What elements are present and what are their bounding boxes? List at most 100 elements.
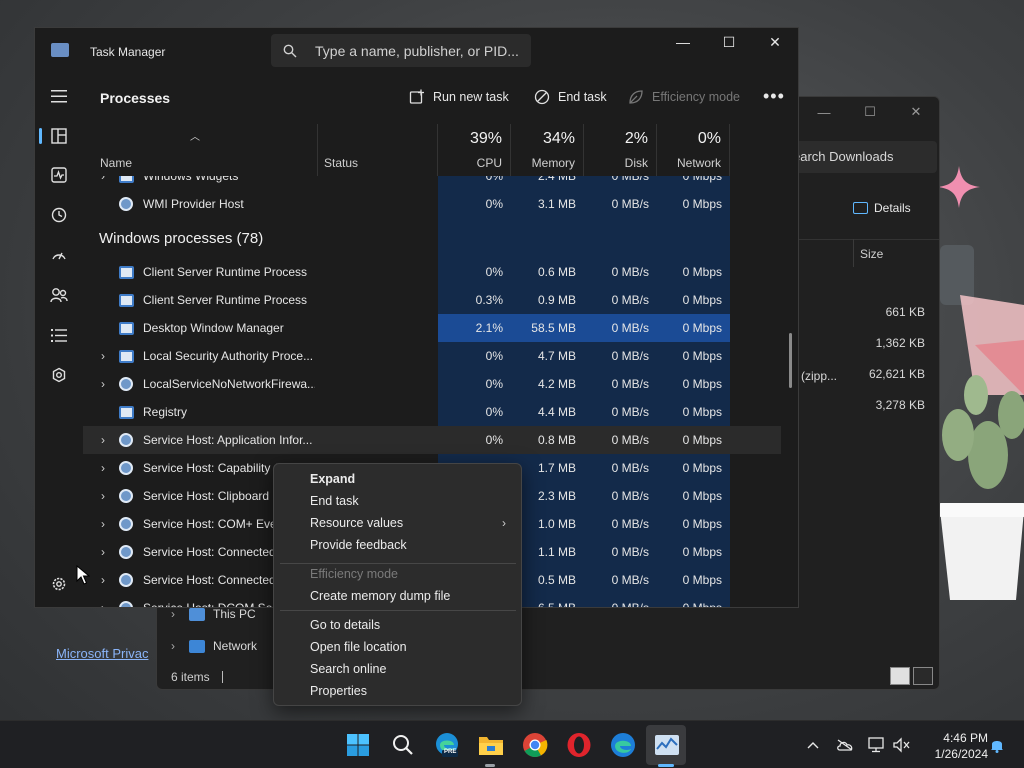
expand-chevron-icon[interactable]: › (101, 426, 105, 454)
cpu-total: 39% (469, 130, 502, 147)
efficiency-mode-button[interactable]: Efficiency mode (628, 89, 740, 105)
search-placeholder: Type a name, publisher, or PID... (315, 42, 519, 59)
column-header-memory[interactable]: 34% Memory (511, 124, 584, 176)
nav-users[interactable] (35, 277, 83, 313)
process-network: 0 Mbps (657, 314, 730, 342)
details-view-icon[interactable] (890, 667, 910, 685)
nav-details[interactable] (35, 317, 83, 353)
notifications-button[interactable] (988, 736, 1006, 754)
scrollbar-thumb[interactable] (789, 333, 792, 388)
service-gear-icon (119, 545, 133, 559)
menu-item-go-to-details[interactable]: Go to details (310, 618, 380, 632)
explorer-close-button[interactable]: ✕ (893, 97, 939, 127)
startup-apps-icon (52, 252, 66, 260)
menu-item-create-memory-dump-file[interactable]: Create memory dump file (310, 589, 450, 603)
column-header-status[interactable]: Status (318, 124, 438, 176)
nav-services[interactable] (35, 357, 83, 393)
table-row[interactable]: Registry 0% 4.4 MB 0 MB/s 0 Mbps (83, 398, 781, 426)
column-header-name[interactable]: Name (83, 124, 318, 176)
show-hidden-icons-button[interactable] (804, 736, 822, 754)
process-name: Client Server Runtime Process (143, 265, 308, 279)
explorer-maximize-button[interactable]: ☐ (847, 97, 893, 127)
menu-item-search-online[interactable]: Search online (310, 662, 386, 676)
edge-beta-button[interactable]: PRE (433, 731, 461, 759)
end-task-button[interactable]: End task (534, 89, 607, 105)
table-row[interactable]: › Windows Widgets 0% 2.4 MB 0 MB/s 0 Mbps (83, 176, 781, 190)
nav-item-this-pc[interactable]: › This PC (171, 607, 256, 621)
column-header-network[interactable]: 0% Network (657, 124, 730, 176)
hamburger-menu-button[interactable] (35, 78, 83, 114)
expand-chevron-icon[interactable]: › (101, 538, 105, 566)
menu-item-provide-feedback[interactable]: Provide feedback (310, 538, 407, 552)
run-new-task-button[interactable]: Run new task (409, 89, 509, 105)
expand-chevron-icon[interactable]: › (101, 482, 105, 510)
menu-item-open-file-location[interactable]: Open file location (310, 640, 407, 654)
start-button[interactable] (344, 731, 372, 759)
process-network: 0 Mbps (682, 489, 722, 503)
expand-chevron-icon[interactable]: › (101, 594, 105, 607)
search-input[interactable]: Type a name, publisher, or PID... (271, 34, 531, 67)
size-column-header[interactable]: Size (853, 239, 933, 267)
process-disk: 0 MB/s (611, 265, 649, 279)
process-network: 0 Mbps (682, 545, 722, 559)
expand-chevron-icon[interactable]: › (101, 176, 105, 190)
minimize-button[interactable]: — (660, 28, 706, 56)
more-options-button[interactable]: ••• (763, 86, 785, 107)
onedrive-button[interactable] (836, 736, 854, 754)
expand-chevron-icon[interactable]: › (101, 566, 105, 594)
nav-app-history[interactable] (35, 197, 83, 233)
nav-item-network[interactable]: › Network (171, 639, 257, 653)
process-name: Service Host: Application Infor... (143, 433, 313, 447)
nav-performance[interactable] (35, 157, 83, 193)
table-row[interactable]: Client Server Runtime Process 0% 0.6 MB 0 M… (83, 258, 781, 286)
display-button[interactable] (868, 736, 886, 754)
table-row[interactable]: › Service Host: Application Infor... 0% 0.8… (83, 426, 781, 454)
chevron-right-icon[interactable]: › (171, 639, 181, 653)
expand-chevron-icon[interactable]: › (101, 454, 105, 482)
task-manager-icon (655, 735, 679, 755)
search-button[interactable] (389, 731, 417, 759)
chevron-right-icon[interactable]: › (171, 607, 181, 621)
menu-item-expand[interactable]: Expand (310, 472, 355, 486)
opera-button[interactable] (565, 731, 593, 759)
window-controls: — ☐ ✕ (660, 28, 798, 56)
file-explorer-button[interactable] (477, 731, 505, 759)
expand-chevron-icon[interactable]: › (101, 370, 105, 398)
end-task-label: End task (558, 90, 607, 104)
menu-item-resource-values[interactable]: Resource values (310, 516, 403, 530)
process-memory: 0.9 MB (537, 293, 576, 307)
active-indicator (39, 128, 42, 144)
maximize-button[interactable]: ☐ (706, 28, 752, 56)
explorer-details-button[interactable]: Details (853, 201, 911, 215)
menu-divider (280, 610, 516, 611)
process-disk: 0 MB/s (611, 545, 649, 559)
expand-chevron-icon[interactable]: › (101, 510, 105, 538)
group-title: Windows processes (78) (99, 230, 264, 247)
menu-item-end-task[interactable]: End task (310, 494, 359, 508)
chrome-button[interactable] (521, 731, 549, 759)
display-icon (868, 737, 884, 753)
tiles-view-icon[interactable] (913, 667, 933, 685)
task-manager-button[interactable] (653, 731, 681, 759)
run-new-task-icon (409, 89, 424, 104)
expand-chevron-icon[interactable]: › (101, 342, 105, 370)
table-row[interactable]: › LocalServiceNoNetworkFirewa... 0% 4.2 MB 0… (83, 370, 781, 398)
edge-button[interactable] (609, 731, 637, 759)
privacy-link[interactable]: Microsoft Privac (56, 646, 148, 661)
table-row[interactable]: › Local Security Authority Proce... 0% 4.7 … (83, 342, 781, 370)
process-window-icon (119, 294, 134, 307)
volume-button[interactable] (893, 736, 911, 754)
column-header-disk[interactable]: 2% Disk (584, 124, 657, 176)
nav-processes[interactable] (35, 118, 83, 154)
clock[interactable]: 4:46 PM 1/26/2024 (922, 730, 988, 762)
table-row[interactable]: Client Server Runtime Process 0.3% 0.9 MB 0… (83, 286, 781, 314)
nav-startup-apps[interactable] (35, 237, 83, 273)
explorer-minimize-button[interactable]: — (801, 97, 847, 127)
table-row[interactable]: Desktop Window Manager 2.1% 58.5 MB 0 MB/s 0… (83, 314, 781, 342)
explorer-search-input[interactable]: earch Downloads (787, 141, 937, 173)
close-button[interactable]: ✕ (752, 28, 798, 56)
column-header-cpu[interactable]: 39% CPU (438, 124, 511, 176)
status-divider (221, 671, 223, 683)
table-row[interactable]: WMI Provider Host 0% 3.1 MB 0 MB/s 0 Mbps (83, 190, 781, 218)
menu-item-properties[interactable]: Properties (310, 684, 367, 698)
